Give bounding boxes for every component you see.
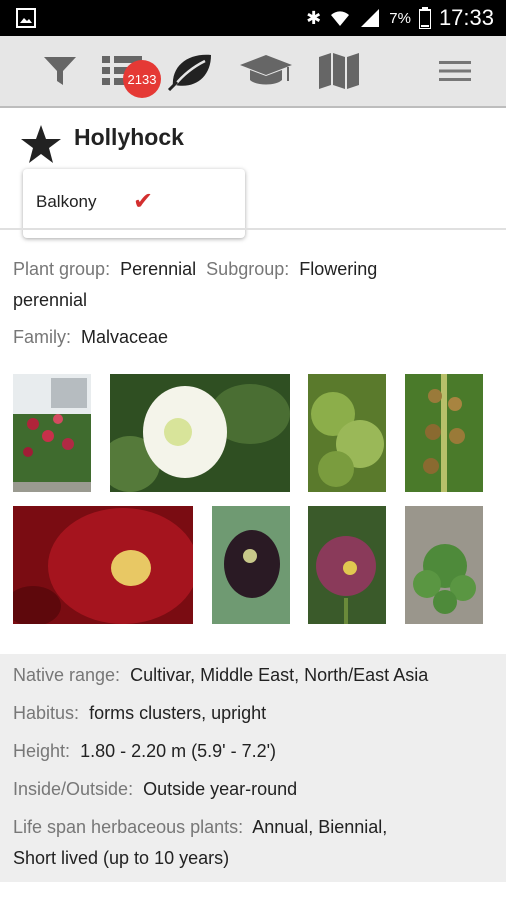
height-line: Height: 1.80 - 2.20 m (5.9' - 7.2') <box>13 736 276 767</box>
native-range-label: Native range: <box>13 665 121 685</box>
subgroup-continuation: perennial <box>13 290 88 310</box>
inside-outside-line: Inside/Outside: Outside year-round <box>13 774 297 805</box>
life-span-continuation: Short lived (up to 10 years) <box>13 848 230 868</box>
life-span-line: Life span herbaceous plants: Annual, Bie… <box>13 812 387 843</box>
menu-button[interactable] <box>438 46 472 96</box>
signal-icon <box>361 9 380 27</box>
status-bar: ✱ 7% 17:33 <box>0 0 506 36</box>
subgroup-label: Subgroup: <box>206 259 290 279</box>
wifi-icon <box>331 11 350 26</box>
battery-percent: 7% <box>389 9 411 27</box>
leaf-icon <box>167 54 211 91</box>
habitus-line: Habitus: forms clusters, upright <box>13 698 266 729</box>
plant-photo-purple-flower[interactable] <box>308 506 386 624</box>
checkmark-icon: ✔ <box>133 188 154 215</box>
filter-button[interactable] <box>40 46 80 96</box>
gallery-notification-icon <box>16 8 36 28</box>
plant-photo-white-flower[interactable] <box>110 374 290 492</box>
subgroup-value: Flowering <box>299 259 378 279</box>
height-label: Height: <box>13 741 71 761</box>
height-value: 1.80 - 2.20 m (5.9' - 7.2') <box>80 741 277 761</box>
family-value: Malvaceae <box>81 327 169 347</box>
collection-item-label[interactable]: Balkony <box>36 192 96 212</box>
plant-group-value: Perennial <box>120 259 197 279</box>
clock: 17:33 <box>438 5 494 30</box>
map-button[interactable] <box>316 46 362 96</box>
favorite-star-icon[interactable] <box>20 124 62 164</box>
divider <box>0 228 506 230</box>
plant-photo-dark-flower[interactable] <box>212 506 290 624</box>
plant-photo-seedling[interactable] <box>405 506 483 624</box>
plant-photo-garden[interactable] <box>13 374 91 492</box>
map-icon <box>319 53 359 89</box>
hamburger-menu-icon <box>439 61 471 81</box>
filter-icon <box>44 57 76 85</box>
graduation-cap-icon <box>240 55 292 85</box>
inside-outside-value: Outside year-round <box>143 779 298 799</box>
family-label: Family: <box>13 327 71 347</box>
plant-count-badge: 2133 <box>123 60 161 98</box>
inside-outside-label: Inside/Outside: <box>13 779 134 799</box>
plants-button[interactable] <box>166 46 216 96</box>
native-range-value: Cultivar, Middle East, North/East Asia <box>130 665 429 685</box>
life-span-label: Life span herbaceous plants: <box>13 817 244 837</box>
plant-photo-leaves[interactable] <box>308 374 386 492</box>
plant-name-title: Hollyhock <box>74 124 184 150</box>
plant-group-label: Plant group: <box>13 259 111 279</box>
plant-group-line: Plant group: Perennial Subgroup: Floweri… <box>13 254 377 285</box>
family-line: Family: Malvaceae <box>13 322 168 353</box>
battery-icon <box>418 7 431 29</box>
native-range-line: Native range: Cultivar, Middle East, Nor… <box>13 660 428 691</box>
bluetooth-icon: ✱ <box>306 7 322 28</box>
life-span-value: Annual, Biennial, <box>252 817 388 837</box>
habitus-label: Habitus: <box>13 703 80 723</box>
habitus-value: forms clusters, upright <box>89 703 267 723</box>
plant-photo-seedpods[interactable] <box>405 374 483 492</box>
plant-photo-red-flower[interactable] <box>13 506 193 624</box>
app-toolbar <box>0 36 506 108</box>
learn-button[interactable] <box>238 46 294 96</box>
